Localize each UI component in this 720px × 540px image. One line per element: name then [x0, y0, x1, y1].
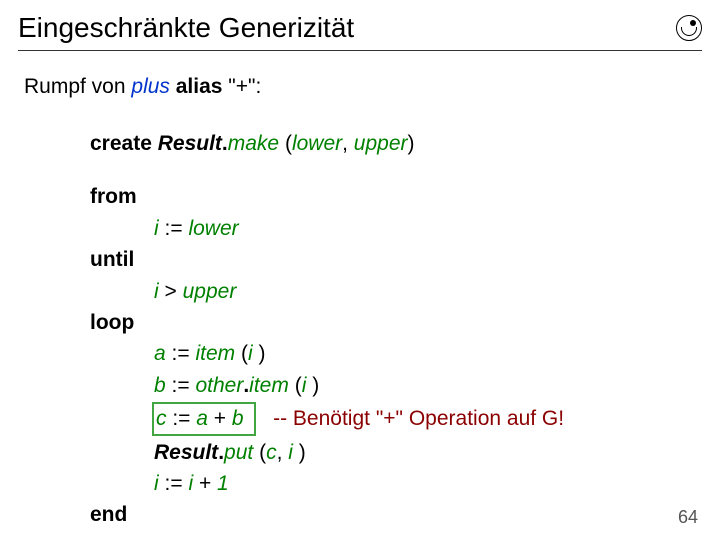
result: Result	[158, 132, 222, 155]
other: other	[195, 374, 243, 397]
var-i2: i	[154, 280, 165, 303]
line-i-lower: i := lower	[154, 214, 702, 243]
var-b: b	[154, 374, 172, 397]
page-number: 64	[678, 507, 698, 528]
logo-icon	[676, 15, 702, 41]
i4: i	[302, 374, 313, 397]
var-i: i	[154, 217, 165, 240]
title-bar: Eingeschränkte Generizität	[18, 12, 702, 51]
kw-create: create	[90, 132, 158, 155]
code-block: create Result.make (lower, upper) from i…	[90, 129, 702, 530]
i3: i	[248, 342, 259, 365]
assign5: :=	[172, 407, 196, 430]
item4: item	[249, 374, 295, 397]
result6: Result	[154, 441, 218, 464]
p3c: )	[258, 342, 265, 365]
intro-line: Rumpf von plus alias "+":	[24, 75, 702, 99]
kw-end: end	[90, 500, 702, 529]
p4o: (	[295, 374, 302, 397]
arg-lower: lower	[292, 132, 342, 155]
highlight-box: c := a + b	[152, 402, 256, 435]
paren-open: (	[285, 132, 292, 155]
i6: i	[288, 441, 299, 464]
line-a-item: a := item (i )	[154, 339, 702, 368]
assign3: :=	[172, 342, 196, 365]
i7: i	[154, 472, 165, 495]
assign: :=	[165, 217, 189, 240]
slide-title: Eingeschränkte Generizität	[18, 12, 354, 44]
p3o: (	[241, 342, 248, 365]
comment: -- Benötigt "+" Operation auf G!	[273, 407, 564, 430]
gt: >	[165, 280, 183, 303]
put: put	[224, 441, 259, 464]
comma6: ,	[277, 441, 289, 464]
a5: a	[196, 407, 214, 430]
kw-from: from	[90, 182, 702, 211]
assign4: :=	[172, 374, 196, 397]
c6: c	[266, 441, 277, 464]
create-line: create Result.make (lower, upper)	[90, 129, 702, 158]
p6c: )	[299, 441, 306, 464]
i7b: i	[188, 472, 199, 495]
kw-loop: loop	[90, 308, 702, 337]
paren-close: )	[408, 132, 415, 155]
p6o: (	[259, 441, 266, 464]
intro-alias: alias	[176, 75, 229, 98]
p4c: )	[312, 374, 319, 397]
line-i-upper: i > upper	[154, 277, 702, 306]
kw-until: until	[90, 245, 702, 274]
lower: lower	[188, 217, 238, 240]
line-i-inc: i := i + 1	[154, 469, 702, 498]
one: 1	[217, 472, 229, 495]
intro-ident: plus	[131, 75, 175, 98]
var-a: a	[154, 342, 172, 365]
var-c: c	[156, 407, 172, 430]
plus5: +	[214, 407, 232, 430]
slide: Eingeschränkte Generizität Rumpf von plu…	[0, 0, 720, 540]
line-result-put: Result.put (c, i )	[154, 438, 702, 467]
arg-upper: upper	[354, 132, 408, 155]
line-b-other: b := other.item (i )	[154, 371, 702, 400]
item3: item	[195, 342, 241, 365]
line-c-add: c := a + b -- Benötigt "+" Operation auf…	[154, 402, 702, 435]
make: make	[228, 132, 285, 155]
comma: ,	[342, 132, 354, 155]
intro-prefix: Rumpf von	[24, 75, 131, 98]
upper: upper	[183, 280, 237, 303]
intro-suffix: "+":	[228, 75, 261, 98]
b5: b	[232, 407, 244, 430]
assign7: :=	[165, 472, 189, 495]
plus7: +	[199, 472, 217, 495]
